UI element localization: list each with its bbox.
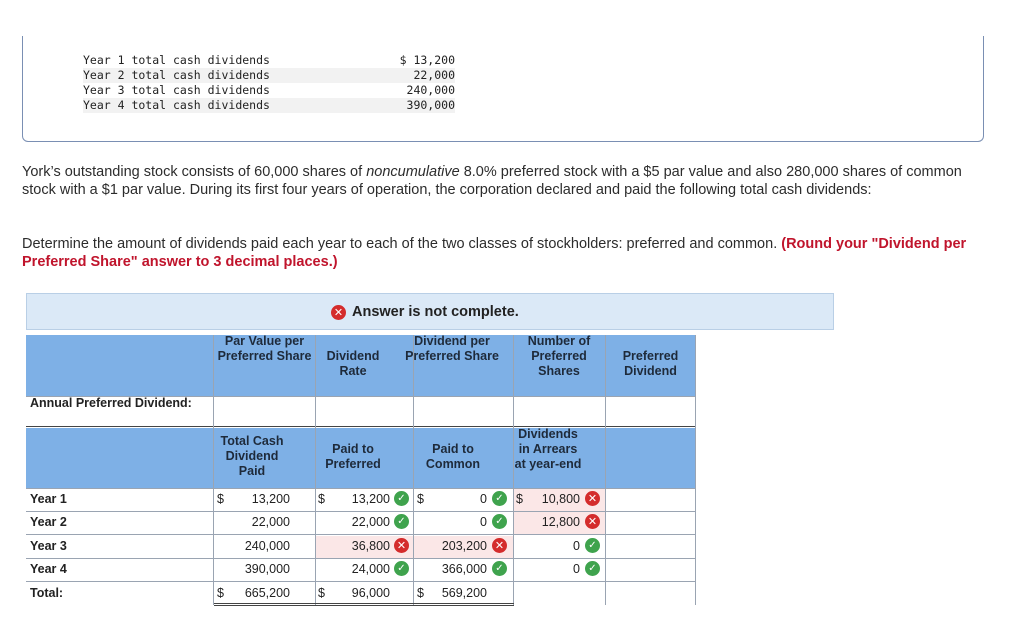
dividend-rate-input[interactable] (315, 397, 391, 426)
currency-symbol: $ (217, 492, 224, 506)
year-3-arrears[interactable]: 0 (525, 539, 580, 553)
year-1-arrears[interactable]: 10,800 (525, 492, 580, 506)
year-2-total-cash[interactable]: 22,000 (230, 515, 290, 529)
given-data-box: Year 1 total cash dividends $ 13,200 Yea… (22, 36, 984, 142)
year-1-paid-preferred[interactable]: 13,200 (330, 492, 390, 506)
year-1-total-cash[interactable]: 13,200 (230, 492, 290, 506)
divider (413, 335, 414, 605)
check-circle-icon: ✓ (585, 538, 600, 553)
year-3-total-cash[interactable]: 240,000 (230, 539, 290, 553)
given-label: Year 3 total cash dividends (83, 83, 270, 97)
check-circle-icon: ✓ (492, 491, 507, 506)
x-circle-icon: ✕ (394, 538, 409, 553)
col-total-cash-header: Total Cash Dividend Paid (220, 434, 284, 478)
currency-symbol: $ (217, 586, 224, 600)
given-label: Year 1 total cash dividends (83, 53, 270, 67)
total-double-underline (214, 605, 514, 606)
year-3-paid-preferred[interactable]: 36,800 (330, 539, 390, 553)
preferred-dividend-input[interactable] (605, 397, 696, 426)
currency-symbol: $ (516, 492, 523, 506)
year-2-paid-common[interactable]: 0 (430, 515, 487, 529)
total-paid-preferred: 96,000 (351, 586, 390, 600)
year-2-paid-preferred[interactable]: 22,000 (330, 515, 390, 529)
col-dividend-rate-header: Dividend Rate (326, 349, 380, 378)
check-circle-icon: ✓ (394, 561, 409, 576)
row-label-year-1: Year 1 (30, 492, 67, 506)
x-circle-icon: ✕ (585, 514, 600, 529)
x-circle-icon: ✕ (492, 538, 507, 553)
given-value: 240,000 (406, 83, 455, 97)
currency-symbol: $ (417, 492, 424, 506)
row-label-total: Total: (30, 586, 64, 600)
given-value: 390,000 (406, 98, 455, 112)
x-circle-icon: ✕ (331, 304, 346, 320)
instruction: Determine the amount of dividends paid e… (22, 235, 982, 271)
currency-symbol: $ (318, 492, 325, 506)
divider (26, 581, 696, 582)
divider (26, 426, 696, 427)
check-circle-icon: ✓ (492, 561, 507, 576)
instruction-text: Determine the amount of dividends paid e… (22, 236, 778, 252)
problem-emphasis: noncumulative (366, 164, 460, 180)
answer-status-text: Answer is not complete. (352, 304, 519, 320)
row-label-year-4: Year 4 (30, 562, 67, 576)
col-paid-preferred-header: Paid to Preferred (325, 442, 381, 471)
col-number-shares-header: Number of Preferred Shares (527, 334, 591, 378)
given-value: $ 13,200 (399, 53, 455, 67)
year-2-arrears[interactable]: 12,800 (525, 515, 580, 529)
given-value: 22,000 (413, 68, 455, 82)
col-par-value-header: Par Value per Preferred Share (217, 334, 312, 363)
col-dividend-per-share-header: Dividend per Preferred Share (405, 334, 499, 363)
col-arrears-header: Dividends in Arrears at year-end (514, 427, 582, 471)
divider (213, 335, 214, 605)
year-4-paid-common[interactable]: 366,000 (430, 562, 487, 576)
year-4-total-cash[interactable]: 390,000 (230, 562, 290, 576)
row-label-year-2: Year 2 (30, 515, 67, 529)
par-value-input[interactable] (214, 397, 315, 426)
year-1-paid-common[interactable]: 0 (430, 492, 487, 506)
given-row-year-3: Year 3 total cash dividends 240,000 (83, 83, 455, 98)
year-4-arrears[interactable]: 0 (525, 562, 580, 576)
annual-preferred-dividend-label: Annual Preferred Dividend: (30, 396, 192, 410)
col-preferred-dividend-header: Preferred Dividend (622, 349, 679, 378)
year-3-paid-common[interactable]: 203,200 (430, 539, 487, 553)
col-paid-common-header: Paid to Common (425, 442, 481, 471)
dividend-per-share-input[interactable] (391, 397, 513, 426)
divider (605, 335, 606, 605)
check-circle-icon: ✓ (585, 561, 600, 576)
given-label: Year 4 total cash dividends (83, 98, 270, 112)
total-paid-common: 569,200 (441, 586, 487, 600)
check-circle-icon: ✓ (394, 514, 409, 529)
given-row-year-2: Year 2 total cash dividends 22,000 (83, 68, 455, 83)
given-row-year-4: Year 4 total cash dividends 390,000 (83, 98, 455, 113)
divider (315, 335, 316, 605)
given-label: Year 2 total cash dividends (83, 68, 270, 82)
total-underline (214, 603, 514, 604)
total-cash-dividends: 665,200 (244, 586, 290, 600)
number-shares-input[interactable] (513, 397, 605, 426)
x-circle-icon: ✕ (585, 491, 600, 506)
problem-text: York’s outstanding stock consists of 60,… (22, 164, 367, 180)
problem-statement: York’s outstanding stock consists of 60,… (22, 163, 982, 199)
divider (695, 335, 696, 605)
year-4-paid-preferred[interactable]: 24,000 (330, 562, 390, 576)
divider (26, 488, 696, 489)
divider (26, 511, 696, 512)
divider (26, 534, 696, 535)
divider (26, 558, 696, 559)
row-label-year-3: Year 3 (30, 539, 67, 553)
divider (513, 335, 514, 605)
currency-symbol: $ (417, 586, 424, 600)
check-circle-icon: ✓ (394, 491, 409, 506)
given-row-year-1: Year 1 total cash dividends $ 13,200 (83, 53, 455, 68)
check-circle-icon: ✓ (492, 514, 507, 529)
answer-status-banner: ✕ Answer is not complete. (26, 293, 834, 330)
currency-symbol: $ (318, 586, 325, 600)
